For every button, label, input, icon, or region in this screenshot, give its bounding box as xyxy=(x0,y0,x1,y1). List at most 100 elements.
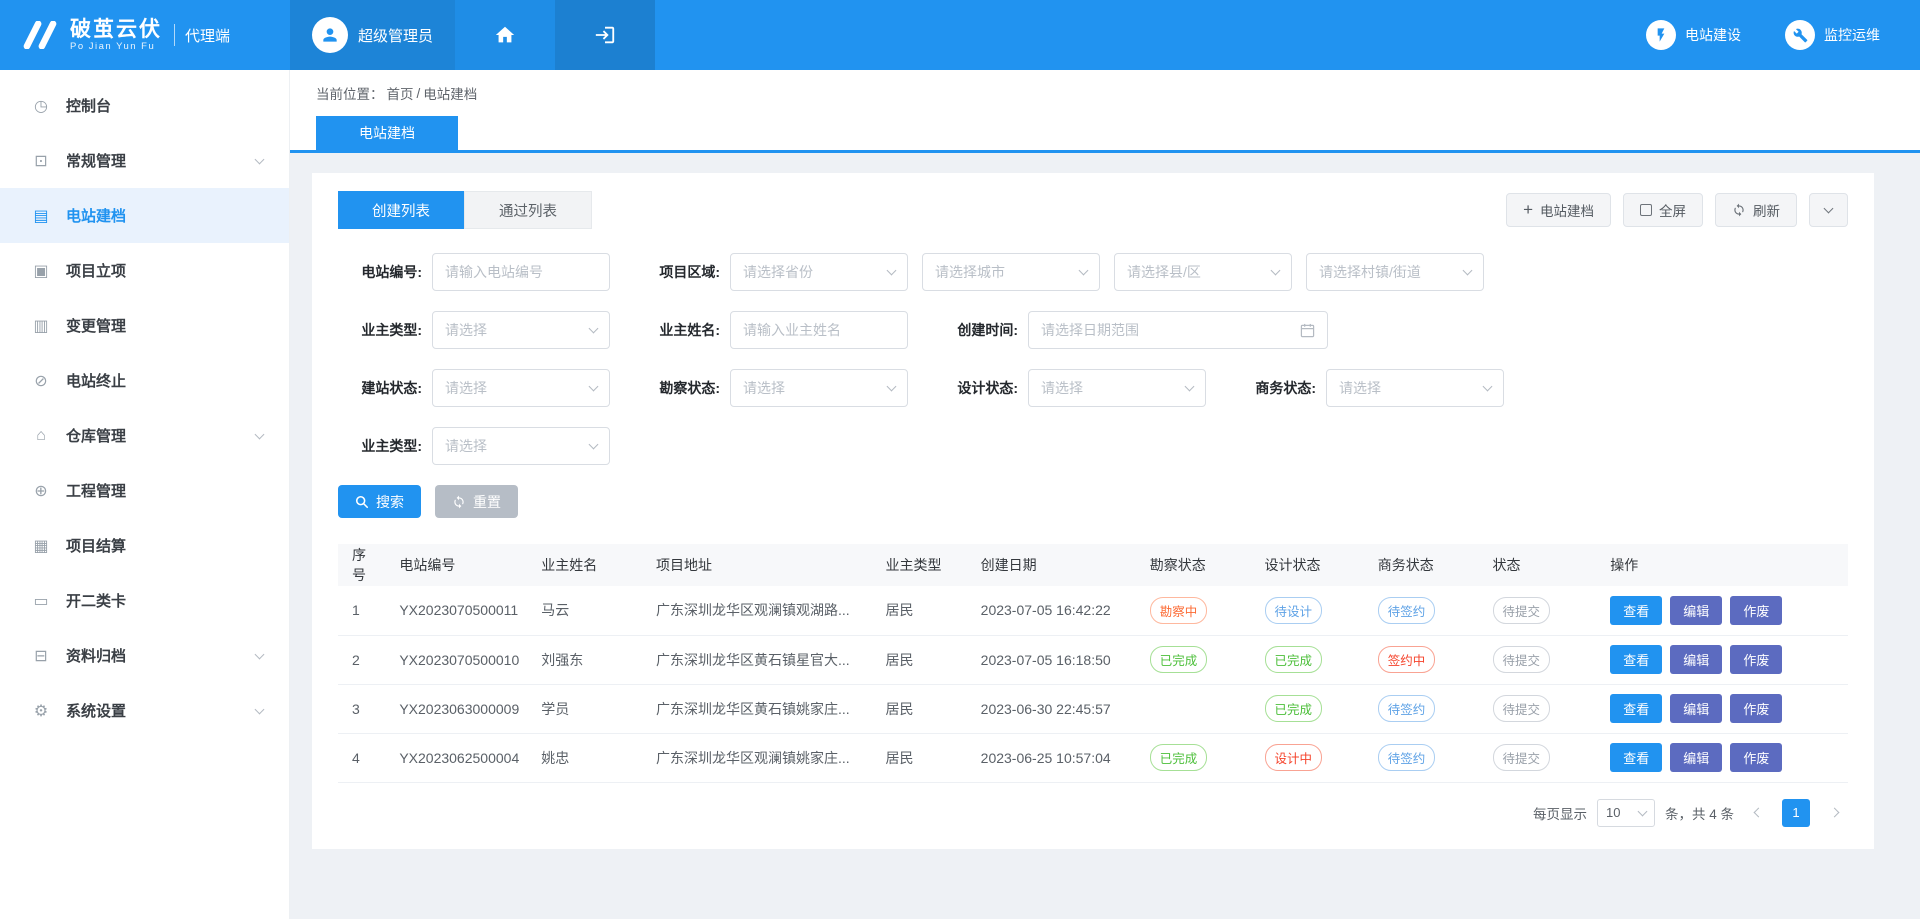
cell-address: 广东深圳龙华区观澜镇姚家庄... xyxy=(646,733,876,782)
reset-button[interactable]: 重置 xyxy=(435,485,518,518)
breadcrumb-prefix: 当前位置： xyxy=(316,83,384,103)
design-status-select[interactable]: 请选择 xyxy=(1028,369,1206,407)
cell-code: YX2023070500010 xyxy=(389,635,531,684)
page-size-select[interactable]: 10 xyxy=(1597,799,1655,827)
sidebar-item-general[interactable]: ⊡ 常规管理 xyxy=(0,133,289,188)
sidebar-item-label: 常规管理 xyxy=(66,150,256,171)
cell-owner: 马云 xyxy=(531,586,646,635)
col-design: 设计状态 xyxy=(1255,544,1368,586)
refresh-button[interactable]: 刷新 xyxy=(1715,193,1797,227)
town-select[interactable]: 请选择村镇/街道 xyxy=(1306,253,1484,291)
logout-button[interactable] xyxy=(555,0,655,70)
user-menu[interactable]: 超级管理员 xyxy=(290,0,455,70)
void-button[interactable]: 作废 xyxy=(1730,694,1782,723)
business-badge: 待签约 xyxy=(1378,695,1436,722)
survey-status-select[interactable]: 请选择 xyxy=(730,369,908,407)
edit-button[interactable]: 编辑 xyxy=(1670,596,1722,625)
page-number-1[interactable]: 1 xyxy=(1782,799,1810,827)
portal-label: 代理端 xyxy=(174,24,230,46)
sidebar-item-card-type2[interactable]: ▭开二类卡 xyxy=(0,573,289,628)
sidebar-item-project-init[interactable]: ▣项目立项 xyxy=(0,243,289,298)
breadcrumb-home[interactable]: 首页 xyxy=(387,83,414,103)
edit-button[interactable]: 编辑 xyxy=(1670,743,1722,772)
sidebar-item-label: 工程管理 xyxy=(66,480,263,501)
header-quick-nav: 电站建设 监控运维 xyxy=(1646,0,1920,70)
void-button[interactable]: 作废 xyxy=(1730,596,1782,625)
sidebar-item-change-mgmt[interactable]: ▥变更管理 xyxy=(0,298,289,353)
station-code-input[interactable] xyxy=(432,253,610,291)
chevron-down-icon xyxy=(255,429,265,439)
view-button[interactable]: 查看 xyxy=(1610,694,1662,723)
tab-passed-list[interactable]: 通过列表 xyxy=(464,191,592,229)
placeholder-text: 请选择城市 xyxy=(935,262,1005,282)
void-button[interactable]: 作废 xyxy=(1730,645,1782,674)
placeholder-text: 请选择 xyxy=(1339,378,1381,398)
station-code-label: 电站编号: xyxy=(338,262,422,282)
cell-status: 待提交 xyxy=(1483,684,1601,733)
top-header: 破茧云伏 Po Jian Yun Fu 代理端 超级管理员 电站建 xyxy=(0,0,1920,70)
cell-code: YX2023063000009 xyxy=(389,684,531,733)
col-business: 商务状态 xyxy=(1368,544,1483,586)
sidebar-item-station-archive[interactable]: ▤电站建档 xyxy=(0,188,289,243)
city-select[interactable]: 请选择城市 xyxy=(922,253,1100,291)
cell-business: 待签约 xyxy=(1368,684,1483,733)
stations-table: 序号电站编号业主姓名项目地址业主类型创建日期勘察状态设计状态商务状态状态操作 1… xyxy=(338,544,1848,783)
province-select[interactable]: 请选择省份 xyxy=(730,253,908,291)
owner-name-input[interactable] xyxy=(730,311,908,349)
tab-create-list[interactable]: 创建列表 xyxy=(338,191,464,229)
next-page-button[interactable] xyxy=(1820,799,1848,827)
business-status-select[interactable]: 请选择 xyxy=(1326,369,1504,407)
nav-monitor-ops[interactable]: 监控运维 xyxy=(1785,20,1880,50)
sidebar-item-archive[interactable]: ⊟资料归档 xyxy=(0,628,289,683)
void-button[interactable]: 作废 xyxy=(1730,743,1782,772)
survey-status-label: 勘察状态: xyxy=(636,378,720,398)
sidebar-item-engineering[interactable]: ⊕工程管理 xyxy=(0,463,289,518)
owner-type-select[interactable]: 请选择 xyxy=(432,311,610,349)
cell-owner_type: 居民 xyxy=(876,733,971,782)
dashboard-icon: ◷ xyxy=(30,96,52,116)
owner-type2-select[interactable]: 请选择 xyxy=(432,427,610,465)
sidebar-item-settings[interactable]: ⚙系统设置 xyxy=(0,683,289,738)
sidebar-item-warehouse[interactable]: ⌂仓库管理 xyxy=(0,408,289,463)
view-button[interactable]: 查看 xyxy=(1610,645,1662,674)
cell-owner_type: 居民 xyxy=(876,684,971,733)
nav-station-build[interactable]: 电站建设 xyxy=(1646,20,1741,50)
chevron-down-icon xyxy=(1638,806,1648,816)
district-select[interactable]: 请选择县/区 xyxy=(1114,253,1292,291)
search-button[interactable]: 搜索 xyxy=(338,485,421,518)
monitor-icon: ⊡ xyxy=(30,151,52,171)
view-button[interactable]: 查看 xyxy=(1610,596,1662,625)
collapse-button[interactable] xyxy=(1809,193,1848,227)
cell-business: 签约中 xyxy=(1368,635,1483,684)
home-button[interactable] xyxy=(455,0,555,70)
sidebar-item-label: 资料归档 xyxy=(66,645,256,666)
cell-design: 设计中 xyxy=(1255,733,1368,782)
cell-index: 3 xyxy=(338,684,389,733)
chevron-down-icon xyxy=(1463,265,1473,275)
prev-page-button[interactable] xyxy=(1744,799,1772,827)
status-badge: 待提交 xyxy=(1493,744,1551,771)
wrench-icon xyxy=(1785,20,1815,50)
view-button[interactable]: 查看 xyxy=(1610,743,1662,772)
cell-survey: 已完成 xyxy=(1140,635,1255,684)
create-station-button[interactable]: + 电站建档 xyxy=(1506,193,1611,227)
cell-design: 已完成 xyxy=(1255,684,1368,733)
edit-button[interactable]: 编辑 xyxy=(1670,694,1722,723)
sidebar-item-station-terminate[interactable]: ⊘电站终止 xyxy=(0,353,289,408)
placeholder-text: 请选择县/区 xyxy=(1127,262,1201,282)
col-code: 电站编号 xyxy=(389,544,531,586)
cell-address: 广东深圳龙华区观澜镇观湖路... xyxy=(646,586,876,635)
panel-toolbar: + 电站建档 全屏 刷新 xyxy=(1506,193,1848,227)
owner-type2-label: 业主类型: xyxy=(338,436,422,456)
create-time-range-input[interactable]: 请选择日期范围 xyxy=(1028,311,1328,349)
status-badge: 待提交 xyxy=(1493,646,1551,673)
edit-button[interactable]: 编辑 xyxy=(1670,645,1722,674)
cell-actions: 查看编辑作废 xyxy=(1600,586,1848,635)
cell-design: 已完成 xyxy=(1255,635,1368,684)
sidebar-item-settlement[interactable]: ▦项目结算 xyxy=(0,518,289,573)
sidebar-item-console[interactable]: ◷控制台 xyxy=(0,78,289,133)
search-icon xyxy=(355,495,369,509)
build-status-select[interactable]: 请选择 xyxy=(432,369,610,407)
fullscreen-button[interactable]: 全屏 xyxy=(1623,193,1703,227)
page-tab[interactable]: 电站建档 xyxy=(316,116,458,150)
